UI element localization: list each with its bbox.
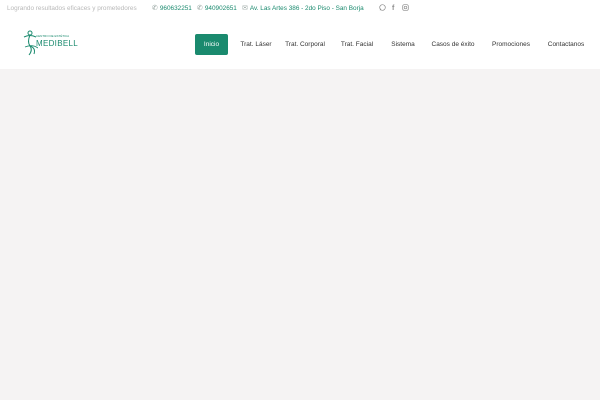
nav-item-trat-laser[interactable]: Trat. Láser (234, 34, 278, 55)
instagram-icon[interactable] (402, 0, 409, 18)
tagline: Logrando resultados eficaces y prometedo… (7, 5, 137, 12)
address-text[interactable]: Av. Las Artes 386 - 2do Piso - San Borja (250, 5, 364, 12)
nav-item-contactanos[interactable]: Contactanos (543, 34, 589, 55)
phone-icon: ✆ (197, 5, 203, 12)
nav-item-trat-corporal[interactable]: Trat. Corporal (282, 34, 328, 55)
phone-1[interactable]: ✆ 960632251 (152, 0, 192, 18)
hero-area (0, 69, 600, 400)
main-nav: Inicio Trat. Láser Trat. Corporal Trat. … (0, 34, 600, 55)
nav-item-sistema[interactable]: Sistema (387, 34, 419, 55)
mail-icon: ✉ (242, 5, 248, 12)
nav-item-promociones[interactable]: Promociones (489, 34, 533, 55)
nav-item-inicio[interactable]: Inicio (195, 34, 228, 55)
phone-2-number[interactable]: 940902651 (205, 5, 237, 12)
address[interactable]: ✉ Av. Las Artes 386 - 2do Piso - San Borj… (242, 0, 364, 18)
top-bar: Logrando resultados eficaces y prometedo… (0, 0, 600, 18)
whatsapp-icon[interactable] (379, 0, 386, 18)
phone-icon: ✆ (152, 5, 158, 12)
nav-item-casos-de-exito[interactable]: Casos de éxito (428, 34, 478, 55)
facebook-icon[interactable]: f (392, 0, 394, 18)
nav-item-trat-facial[interactable]: Trat. Facial (338, 34, 376, 55)
site-header: Logrando resultados eficaces y prometedo… (0, 0, 600, 69)
phone-2[interactable]: ✆ 940902651 (197, 0, 237, 18)
phone-1-number[interactable]: 960632251 (160, 5, 192, 12)
